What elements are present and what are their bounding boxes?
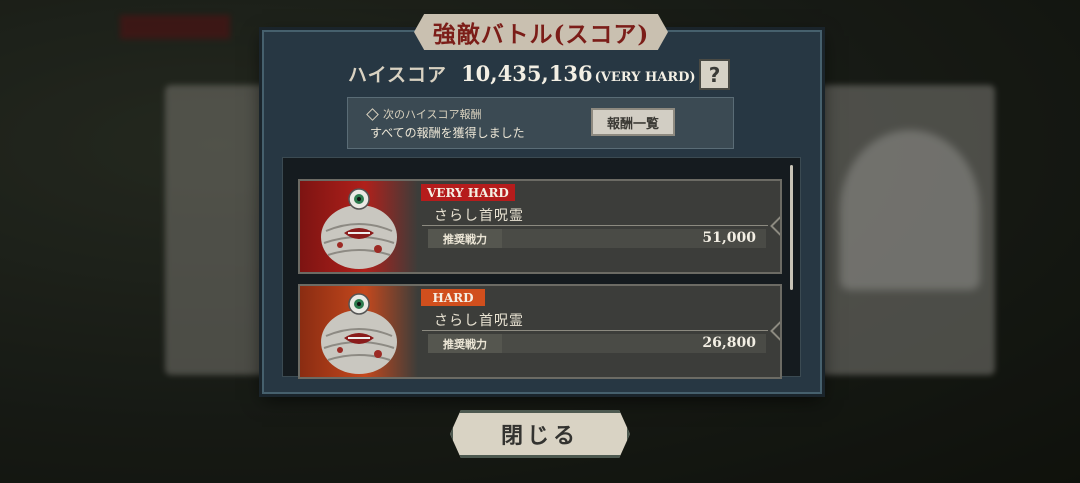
- enemy-name: さらし首呪霊: [434, 313, 524, 329]
- recommended-power-value: 51,000: [702, 230, 756, 246]
- recommended-power-label: 推奨戦力: [428, 334, 502, 353]
- enemy-portrait: [300, 286, 418, 377]
- high-score-value: 10,435,136: [461, 61, 593, 86]
- difficulty-tag: HARD: [421, 289, 485, 306]
- help-button[interactable]: ?: [699, 59, 730, 90]
- corner-ornament: [770, 321, 780, 341]
- enemy-portrait: [300, 181, 418, 272]
- difficulty-tag: VERY HARD: [421, 184, 515, 201]
- enemy-card-hard[interactable]: HARD さらし首呪霊 推奨戦力 26,800: [298, 284, 782, 379]
- close-button[interactable]: 閉じる: [450, 410, 630, 458]
- next-reward-heading: 次のハイスコア報酬: [383, 108, 482, 121]
- divider: [422, 225, 768, 226]
- close-button-label: 閉じる: [500, 423, 579, 449]
- corner-ornament: [770, 216, 780, 236]
- diamond-icon: [366, 107, 379, 121]
- question-icon: ?: [708, 62, 721, 87]
- high-score-label: ハイスコア: [348, 64, 448, 86]
- high-score-row: ハイスコア 10,435,136 (VERY HARD): [348, 60, 696, 90]
- cursed-spirit-icon: [321, 293, 397, 374]
- high-score-difficulty: (VERY HARD): [594, 70, 696, 85]
- cursed-spirit-icon: [321, 188, 397, 269]
- next-reward-box: 次のハイスコア報酬 すべての報酬を獲得しました 報酬一覧: [347, 97, 734, 149]
- title-plate: 強敵バトル(スコア): [414, 14, 668, 50]
- recommended-power-label: 推奨戦力: [428, 229, 502, 248]
- enemy-card-very-hard[interactable]: VERY HARD さらし首呪霊 推奨戦力 51,000: [298, 179, 782, 274]
- recommended-power-value: 26,800: [702, 335, 756, 351]
- list-scrollbar[interactable]: [790, 165, 793, 290]
- divider: [422, 330, 768, 331]
- enemy-name: さらし首呪霊: [434, 208, 524, 224]
- page-title: 強敵バトル(スコア): [432, 21, 650, 48]
- reward-list-button[interactable]: 報酬一覧: [591, 108, 675, 136]
- next-reward-heading-row: 次のハイスコア報酬: [366, 106, 482, 122]
- next-reward-message: すべての報酬を獲得しました: [370, 126, 525, 140]
